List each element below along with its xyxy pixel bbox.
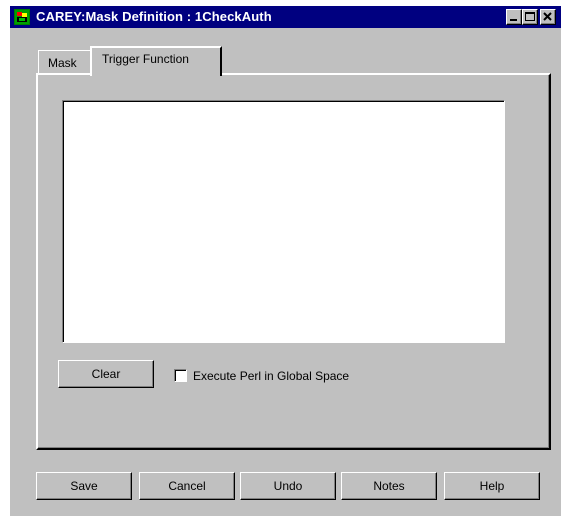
window-title: CAREY:Mask Definition : 1CheckAuth [36,9,272,24]
trigger-function-editor[interactable] [62,100,505,343]
mask-definition-window: CAREY:Mask Definition : 1CheckAuth Mask … [0,0,561,516]
close-icon[interactable] [540,9,556,25]
tab-trigger-function[interactable]: Trigger Function [90,46,222,76]
clear-button[interactable]: Clear [58,360,154,388]
help-button[interactable]: Help [444,472,540,500]
app-icon [14,9,30,25]
editor-inner-border [63,101,504,342]
minimize-icon[interactable] [506,9,522,25]
cancel-button[interactable]: Cancel [139,472,235,500]
tab-mask-label: Mask [48,56,77,70]
notes-button[interactable]: Notes [341,472,437,500]
save-button[interactable]: Save [36,472,132,500]
tab-mask[interactable]: Mask [38,50,92,74]
tab-trigger-function-label: Trigger Function [102,52,189,66]
title-bar[interactable]: CAREY:Mask Definition : 1CheckAuth [10,6,561,28]
execute-global-checkbox[interactable] [174,369,187,382]
execute-global-label: Execute Perl in Global Space [193,369,350,383]
maximize-icon[interactable] [522,9,538,25]
undo-button[interactable]: Undo [240,472,336,500]
